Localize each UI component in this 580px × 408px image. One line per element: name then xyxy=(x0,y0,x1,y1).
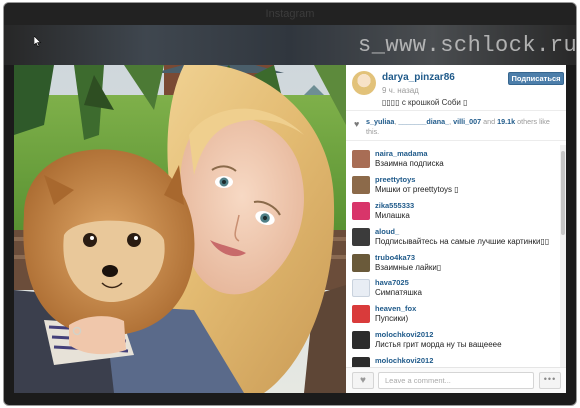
comment-username[interactable]: naira_madama xyxy=(375,149,428,158)
instagram-lightbox: Instagram s_www.schlock.ru darya_pinzar8… xyxy=(4,3,576,405)
comment-text: Симпатяшка xyxy=(375,288,422,298)
comment-username[interactable]: molochkovi2012 xyxy=(375,330,433,339)
comment-item: hava7025 Симпатяшка xyxy=(346,274,560,300)
comments-scrollbar[interactable] xyxy=(560,145,566,367)
comment-item: trubo4ka73 Взаимные лайки▯ xyxy=(346,249,560,275)
likes-summary: ♥ s_yuliaa, _______diana_, villi_007 and… xyxy=(346,113,566,141)
comment-avatar[interactable] xyxy=(352,253,370,272)
comment-username[interactable]: heaven_fox xyxy=(375,304,416,313)
comment-text: Пупсики) xyxy=(375,314,409,324)
scrollbar-thumb[interactable] xyxy=(561,151,565,235)
comment-item: molochkovi2012 xyxy=(346,352,560,367)
comment-input[interactable] xyxy=(378,372,534,389)
comment-text: Милашка xyxy=(375,210,410,220)
comment-avatar[interactable] xyxy=(352,331,370,350)
mouse-cursor-icon xyxy=(34,36,42,47)
heart-icon: ♥ xyxy=(354,119,360,129)
post-timestamp: 9 ч. назад xyxy=(382,86,419,95)
comment-text: Листья грит морда ну ты ващееее xyxy=(375,340,502,350)
comment-item: preettytoys Мишки от preettytoys ▯ xyxy=(346,171,560,197)
post-caption: ▯▯▯▯ с крошкой Соби ▯ xyxy=(382,98,468,107)
comment-username[interactable]: hava7025 xyxy=(375,278,409,287)
comment-avatar[interactable] xyxy=(352,227,370,246)
comment-avatar[interactable] xyxy=(352,201,370,220)
follow-button[interactable]: Подписаться xyxy=(508,72,564,85)
comment-username[interactable]: trubo4ka73 xyxy=(375,253,415,262)
more-options-button[interactable]: ••• xyxy=(539,372,561,389)
comment-text: Взаимна подписка xyxy=(375,159,444,168)
heart-icon: ♥ xyxy=(360,375,366,386)
likes-and: and xyxy=(481,117,498,126)
like-button[interactable]: ♥ xyxy=(352,372,374,389)
comments-list[interactable]: naira_madama Взаимна подписка preettytoy… xyxy=(346,145,560,367)
comment-footer: ♥ ••• xyxy=(346,367,566,393)
post-header: darya_pinzar86 9 ч. назад ▯▯▯▯ с крошкой… xyxy=(346,65,566,111)
comment-avatar[interactable] xyxy=(352,279,370,298)
comment-text: Взаимные лайки▯ xyxy=(375,262,442,272)
background-gallery: s_www.schlock.ru xyxy=(4,25,576,65)
comment-item: aloud_ Подписывайтесь на самые лучшие ка… xyxy=(346,223,560,249)
post-photo-image xyxy=(14,65,346,393)
post-username[interactable]: darya_pinzar86 xyxy=(382,72,455,83)
watermark: s_www.schlock.ru xyxy=(358,33,576,58)
comment-item: heaven_fox Пупсики) xyxy=(346,300,560,326)
comment-item: zika555333 Милашка xyxy=(346,197,560,223)
post-photo[interactable] xyxy=(14,65,346,393)
comment-text: Подписывайтесь на самые лучшие картинки▯… xyxy=(375,236,550,246)
comment-avatar[interactable] xyxy=(352,175,370,194)
comment-username[interactable]: molochkovi2012 xyxy=(375,356,433,365)
comment-avatar[interactable] xyxy=(352,150,370,168)
avatar[interactable] xyxy=(352,71,376,95)
liker-link[interactable]: villi_007 xyxy=(453,117,481,126)
comment-item: naira_madama Взаимна подписка xyxy=(346,145,560,171)
comment-item: molochkovi2012 Листья грит морда ну ты в… xyxy=(346,326,560,352)
comment-avatar[interactable] xyxy=(352,305,370,324)
comment-username[interactable]: preettytoys xyxy=(375,175,415,184)
window-titlebar: Instagram xyxy=(4,3,576,25)
comment-username[interactable]: aloud_ xyxy=(375,227,399,236)
likes-count[interactable]: 19.1k xyxy=(497,117,515,126)
liker-link[interactable]: s_yuliaa xyxy=(366,117,394,126)
comment-username[interactable]: zika555333 xyxy=(375,201,414,210)
post-side-panel: darya_pinzar86 9 ч. назад ▯▯▯▯ с крошкой… xyxy=(346,65,566,393)
liker-link[interactable]: _______diana_ xyxy=(398,117,449,126)
comment-avatar[interactable] xyxy=(352,357,370,367)
likes-text: s_yuliaa, _______diana_, villi_007 and 1… xyxy=(366,117,560,137)
comment-text: Мишки от preettytoys ▯ xyxy=(375,184,459,194)
window-title: Instagram xyxy=(265,8,315,20)
